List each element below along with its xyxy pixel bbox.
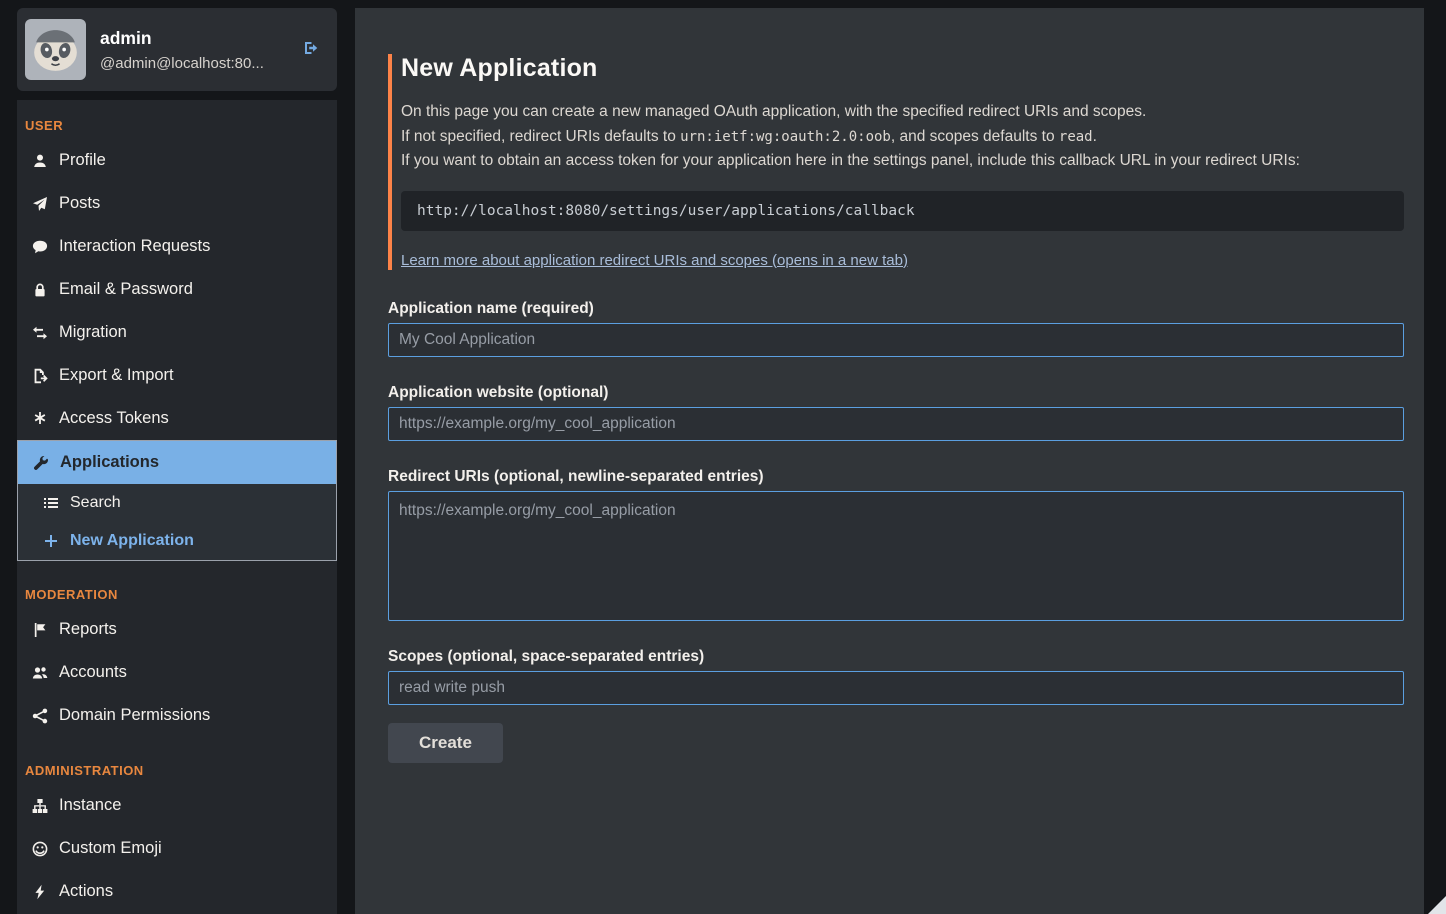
resize-corner xyxy=(1428,896,1446,914)
sidebar-subitem-new-application[interactable]: New Application xyxy=(18,522,336,560)
sidebar-item-accounts[interactable]: Accounts xyxy=(17,651,337,694)
sidebar-item-label: Actions xyxy=(59,882,113,901)
applications-submenu: Search New Application xyxy=(18,484,336,560)
page-header: New Application On this page you can cre… xyxy=(388,54,1404,270)
sidebar-subitem-label: New Application xyxy=(70,532,194,550)
share-nodes-icon xyxy=(31,707,48,724)
sidebar-item-custom-emoji[interactable]: Custom Emoji xyxy=(17,827,337,870)
wrench-icon xyxy=(32,454,49,471)
sidebar: admin @admin@localhost:80... USER Profil… xyxy=(17,8,337,914)
intro-text: On this page you can create a new manage… xyxy=(401,100,1404,174)
application-website-label: Application website (optional) xyxy=(388,384,1404,402)
sidebar-item-label: Custom Emoji xyxy=(59,839,162,858)
user-name: admin xyxy=(100,28,152,48)
sidebar-item-actions[interactable]: Actions xyxy=(17,870,337,913)
bolt-icon xyxy=(31,883,48,900)
scopes-label: Scopes (optional, space-separated entrie… xyxy=(388,648,1404,666)
user-card[interactable]: admin @admin@localhost:80... xyxy=(17,8,337,91)
sidebar-item-label: Applications xyxy=(60,453,159,472)
sidebar-item-posts[interactable]: Posts xyxy=(17,182,337,225)
application-name-label: Application name (required) xyxy=(388,300,1404,318)
intro-line-3: If you want to obtain an access token fo… xyxy=(401,149,1404,174)
file-export-icon xyxy=(31,367,48,384)
scopes-input[interactable] xyxy=(388,671,1404,705)
sidebar-subitem-label: Search xyxy=(70,494,121,512)
page-title: New Application xyxy=(401,54,1404,83)
callback-url-code-block: http://localhost:8080/settings/user/appl… xyxy=(401,191,1404,231)
sitemap-icon xyxy=(31,797,48,814)
sidebar-item-label: Access Tokens xyxy=(59,409,169,428)
user-handle: @admin@localhost:80... xyxy=(100,55,285,72)
sidebar-item-label: Export & Import xyxy=(59,366,174,385)
section-label-user: USER xyxy=(25,118,337,133)
sign-out-icon xyxy=(303,44,319,59)
sidebar-item-label: Posts xyxy=(59,194,100,213)
create-button[interactable]: Create xyxy=(388,723,503,763)
learn-more-link[interactable]: Learn more about application redirect UR… xyxy=(401,252,908,269)
smile-icon xyxy=(31,840,48,857)
logout-button[interactable] xyxy=(299,38,323,62)
lock-icon xyxy=(31,281,48,298)
sidebar-item-label: Accounts xyxy=(59,663,127,682)
application-name-input[interactable] xyxy=(388,323,1404,357)
sidebar-item-label: Domain Permissions xyxy=(59,706,210,725)
list-icon xyxy=(42,495,59,512)
flag-icon xyxy=(31,621,48,638)
application-website-input[interactable] xyxy=(388,407,1404,441)
sidebar-item-label: Interaction Requests xyxy=(59,237,210,256)
sidebar-item-export-import[interactable]: Export & Import xyxy=(17,354,337,397)
section-label-administration: ADMINISTRATION xyxy=(25,763,337,778)
user-icon xyxy=(31,152,48,169)
users-icon xyxy=(31,664,48,681)
inline-code-read: read xyxy=(1059,129,1093,145)
exchange-arrows-icon xyxy=(31,324,48,341)
paper-plane-icon xyxy=(31,195,48,212)
sidebar-item-email-password[interactable]: Email & Password xyxy=(17,268,337,311)
sidebar-item-access-tokens[interactable]: Access Tokens xyxy=(17,397,337,440)
applications-group: Applications Search New Application xyxy=(17,440,337,561)
redirect-uris-textarea[interactable] xyxy=(388,491,1404,621)
scrollbar-track[interactable] xyxy=(1424,0,1446,914)
sidebar-item-label: Email & Password xyxy=(59,280,193,299)
user-avatar xyxy=(25,19,86,80)
sidebar-item-instance[interactable]: Instance xyxy=(17,784,337,827)
new-application-form: Application name (required) Application … xyxy=(388,300,1404,763)
inline-code-oob: urn:ietf:wg:oauth:2.0:oob xyxy=(680,129,891,145)
sidebar-item-applications[interactable]: Applications xyxy=(18,441,336,484)
sidebar-item-migration[interactable]: Migration xyxy=(17,311,337,354)
redirect-uris-label: Redirect URIs (optional, newline-separat… xyxy=(388,468,1404,486)
sidebar-item-interaction-requests[interactable]: Interaction Requests xyxy=(17,225,337,268)
section-label-moderation: MODERATION xyxy=(25,587,337,602)
intro-line-1: On this page you can create a new manage… xyxy=(401,100,1404,125)
sidebar-item-domain-permissions[interactable]: Domain Permissions xyxy=(17,694,337,737)
sidebar-subitem-search[interactable]: Search xyxy=(18,484,336,522)
sidebar-item-profile[interactable]: Profile xyxy=(17,139,337,182)
user-info: admin @admin@localhost:80... xyxy=(100,28,285,72)
main-panel: New Application On this page you can cre… xyxy=(355,8,1424,914)
sidebar-item-reports[interactable]: Reports xyxy=(17,608,337,651)
certificate-icon xyxy=(31,410,48,427)
sidebar-item-label: Migration xyxy=(59,323,127,342)
sidebar-item-label: Reports xyxy=(59,620,117,639)
sidebar-item-label: Instance xyxy=(59,796,121,815)
plus-icon xyxy=(42,533,59,550)
sidebar-nav: USER Profile Posts Interaction Requests … xyxy=(17,100,337,914)
comment-icon xyxy=(31,238,48,255)
sidebar-item-label: Profile xyxy=(59,151,106,170)
intro-line-2: If not specified, redirect URIs defaults… xyxy=(401,125,1404,150)
